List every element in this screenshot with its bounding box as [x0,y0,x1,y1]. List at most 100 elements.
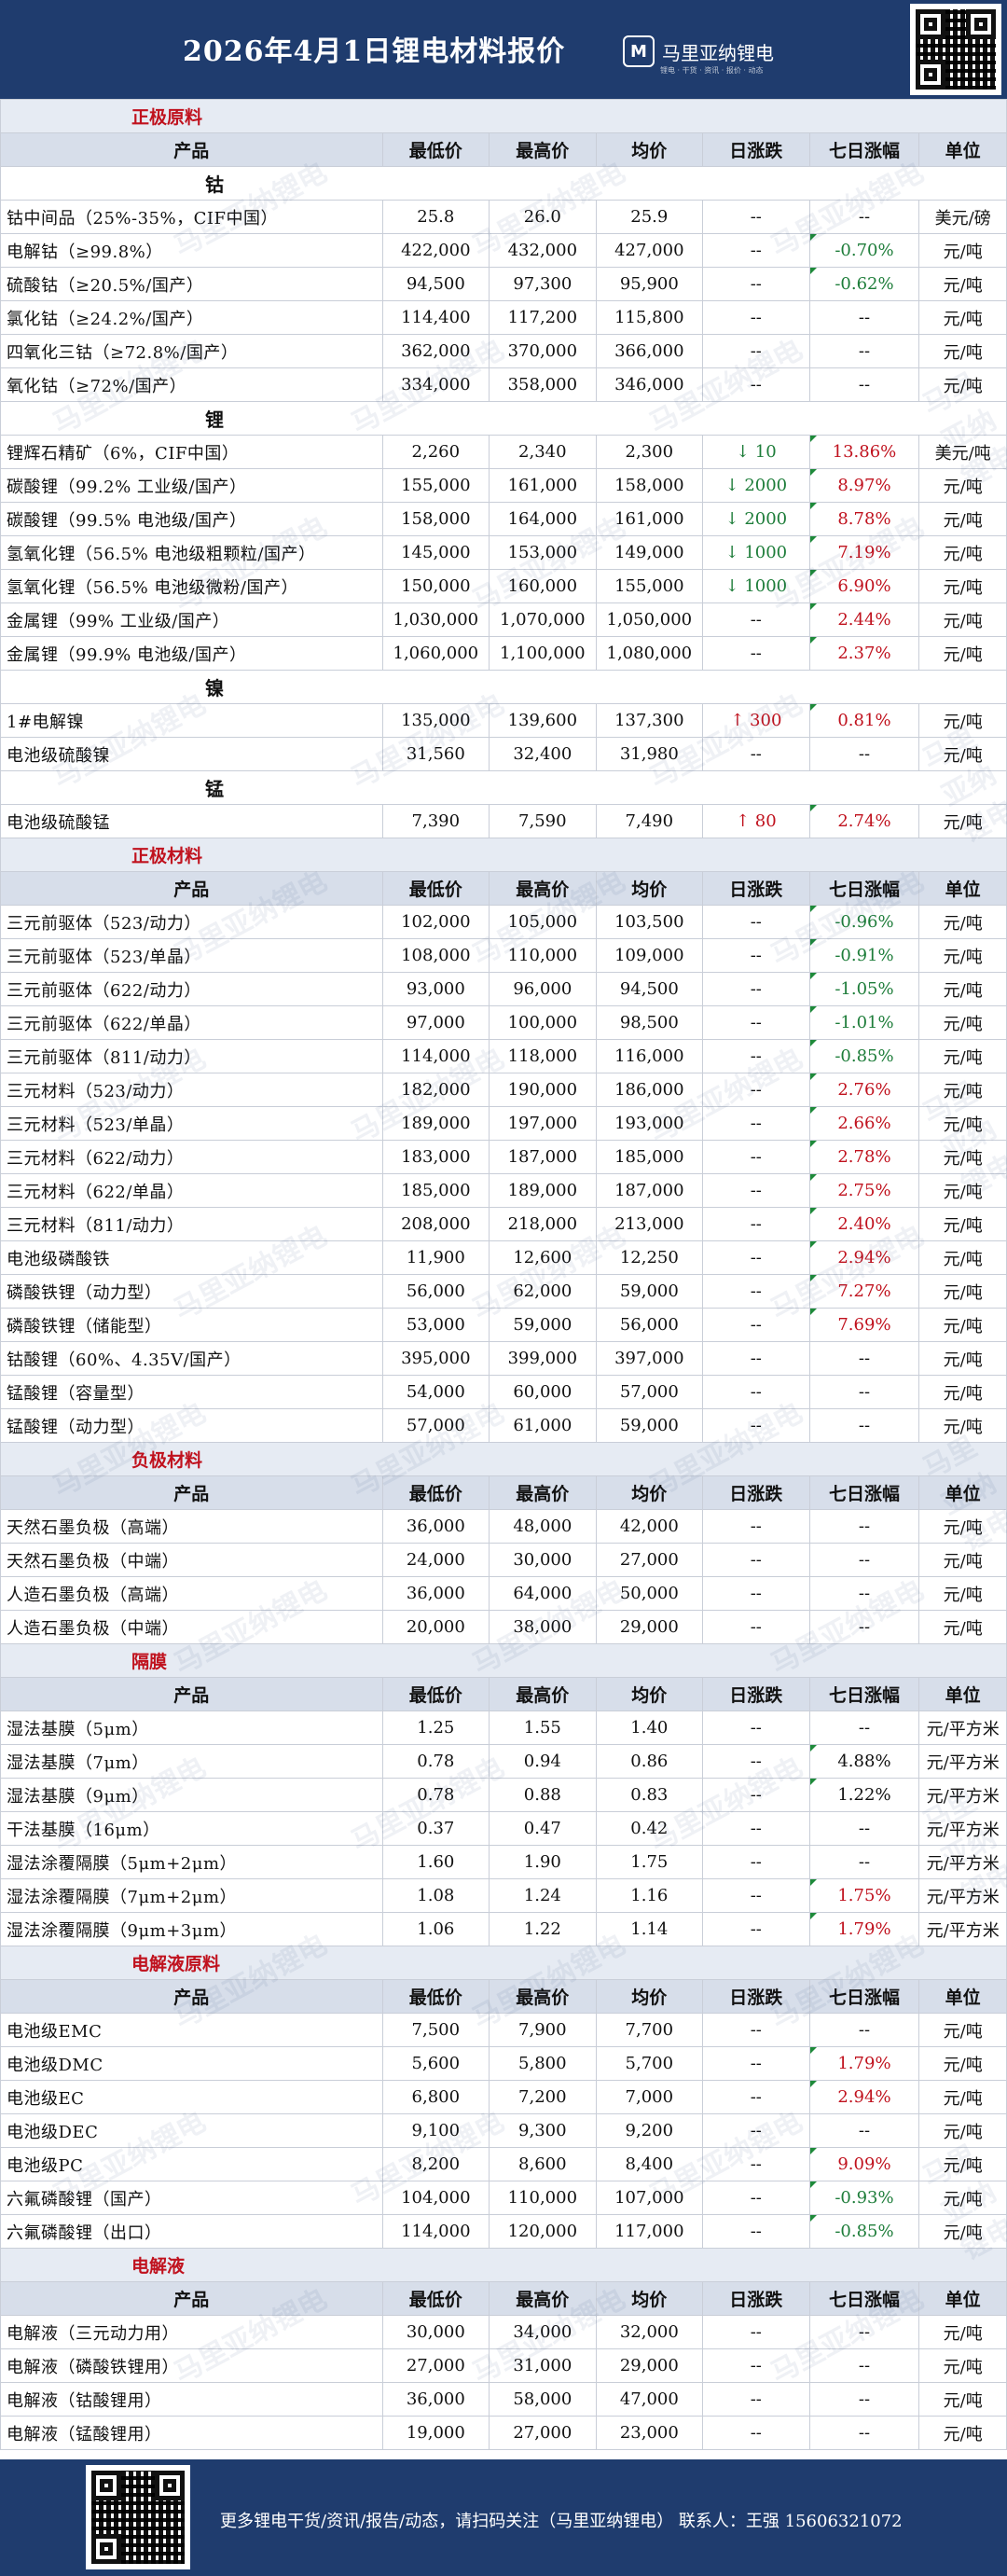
comment-marker-icon [810,805,817,811]
weekly-change-value: 2.75% [837,1181,891,1200]
table-row: 湿法基膜（9μm） 0.78 0.88 0.83 -- 1.22% 元/平方米 [0,1778,1007,1812]
product-name: 电解液（钴酸锂用） [0,2382,383,2417]
table-row: 金属锂（99.9% 电池级/国产） 1,060,000 1,100,000 1,080… [0,636,1007,671]
product-name: 电解液（锰酸锂用） [0,2416,383,2450]
weekly-change: 8.97% [808,468,920,503]
product-name: 电池级磷酸铁 [0,1240,383,1275]
low-price: 93,000 [381,972,490,1006]
table-row: 四氧化三钴（≥72.8%/国产） 362,000 370,000 366,000 -- -… [0,334,1007,368]
section-title-row: 隔膜 [0,1643,1007,1678]
weekly-change-value: 6.90% [837,576,891,596]
column-header-row: 产品 最低价 最高价 均价 日涨跌 七日涨幅 单位 [0,132,1007,167]
table-row: 硫酸钴（≥20.5%/国产） 94,500 97,300 95,900 -- -0.62%… [0,267,1007,301]
arrow-up-icon: ↑ [735,811,751,831]
avg-price: 1.75 [595,1845,704,1879]
low-price: 0.78 [381,1744,490,1779]
product-name: 六氟磷酸锂（国产） [0,2181,383,2215]
comment-marker-icon [810,939,817,946]
column-header: 七日涨幅 [808,1677,920,1711]
unit: 元/吨 [918,2113,1007,2148]
table-row: 六氟磷酸锂（国产） 104,000 110,000 107,000 -- -0.93% 元/… [0,2181,1007,2215]
avg-price: 25.9 [595,200,704,234]
low-price: 1.06 [381,1912,490,1946]
comment-marker-icon [810,234,817,241]
column-header: 最高价 [489,132,597,167]
low-price: 7,390 [381,804,490,838]
table-row: 湿法基膜（7μm） 0.78 0.94 0.86 -- 4.88% 元/平方米 [0,1744,1007,1779]
low-price: 114,000 [381,2214,490,2249]
table-row: 六氟磷酸锂（出口） 114,000 120,000 117,000 -- -0.85% 元/… [0,2214,1007,2249]
column-header: 七日涨幅 [808,1979,920,2014]
weekly-change: -0.91% [808,938,920,973]
comment-marker-icon [810,1208,817,1214]
avg-price: 7,000 [595,2080,704,2114]
price-table: 正极原料 产品 最低价 最高价 均价 日涨跌 七日涨幅 单位钴钴中间品（25%-35%，CIF… [0,99,1007,2450]
avg-price: 50,000 [595,1576,704,1611]
avg-price: 213,000 [595,1207,704,1241]
avg-price: 185,000 [595,1140,704,1174]
column-header-row: 产品 最低价 最高价 均价 日涨跌 七日涨幅 单位 [0,1475,1007,1510]
low-price: 150,000 [381,569,490,603]
comment-marker-icon [810,536,817,543]
daily-change: -- [702,2113,810,2148]
daily-change: -- [702,1811,810,1846]
page-title: 2026年4月1日锂电材料报价 [183,35,566,68]
weekly-change: 1.22% [808,1778,920,1812]
avg-price: 193,000 [595,1106,704,1141]
weekly-change: -- [808,2013,920,2047]
weekly-change: 2.78% [808,1140,920,1174]
avg-price: 187,000 [595,1173,704,1208]
product-name: 磷酸铁锂（储能型） [0,1308,383,1342]
table-row: 人造石墨负极（中端） 20,000 38,000 29,000 -- -- 元/吨 [0,1610,1007,1644]
table-row: 1#电解镍 135,000 139,600 137,300 ↑ 300 0.81% 元/吨 [0,703,1007,738]
table-row: 三元材料（622/单晶） 185,000 189,000 187,000 -- 2.75%… [0,1173,1007,1208]
weekly-change-value: -1.01% [835,1013,894,1032]
weekly-change-value: -- [858,2389,871,2409]
high-price: 197,000 [489,1106,597,1141]
table-row: 电池级磷酸铁 11,900 12,600 12,250 -- 2.94% 元/吨 [0,1240,1007,1275]
column-header: 七日涨幅 [808,871,920,906]
unit: 元/吨 [918,636,1007,671]
daily-change: -- [702,1039,810,1073]
avg-price: 155,000 [595,569,704,603]
avg-price: 2,300 [595,435,704,469]
arrow-down-icon: ↓ [724,476,739,495]
daily-change: -- [702,2214,810,2249]
weekly-change-value: 7.69% [837,1315,891,1335]
daily-change: -- [702,1140,810,1174]
daily-change: -- [702,1845,810,1879]
unit: 元/吨 [918,804,1007,838]
avg-price: 8,400 [595,2147,704,2181]
product-name: 钴中间品（25%-35%，CIF中国） [0,200,383,234]
table-row: 电解钴（≥99.8%） 422,000 432,000 427,000 -- -0.70%… [0,233,1007,268]
weekly-change: -- [808,1375,920,1409]
daily-change: ↓ 2000 [702,468,810,503]
unit: 元/吨 [918,2348,1007,2383]
table-row: 氯化钴（≥24.2%/国产） 114,400 117,200 115,800 -- -- 元… [0,300,1007,335]
high-price: 153,000 [489,535,597,570]
high-price: 160,000 [489,569,597,603]
low-price: 36,000 [381,1509,490,1544]
high-price: 1,100,000 [489,636,597,671]
arrow-up-icon: ↑ [730,711,745,730]
high-price: 164,000 [489,502,597,536]
daily-change: -- [702,200,810,234]
avg-price: 12,250 [595,1240,704,1275]
table-row: 电池级DMC 5,600 5,800 5,700 -- 1.79% 元/吨 [0,2046,1007,2081]
unit: 元/吨 [918,2181,1007,2215]
comment-marker-icon [810,1745,817,1752]
daily-change: -- [702,1308,810,1342]
table-row: 钴中间品（25%-35%，CIF中国） 25.8 26.0 25.9 -- -- 美元/磅 [0,200,1007,234]
unit: 元/吨 [918,1543,1007,1577]
weekly-change-value: -0.62% [835,274,894,294]
unit: 元/吨 [918,569,1007,603]
section-title-row: 正极原料 [0,99,1007,133]
comment-marker-icon [810,2215,817,2222]
product-name: 四氧化三钴（≥72.8%/国产） [0,334,383,368]
weekly-change: -0.85% [808,1039,920,1073]
low-price: 102,000 [381,905,490,939]
table-row: 天然石墨负极（高端） 36,000 48,000 42,000 -- -- 元/吨 [0,1509,1007,1544]
low-price: 5,600 [381,2046,490,2081]
weekly-change: -- [808,300,920,335]
daily-change: -- [702,1610,810,1644]
